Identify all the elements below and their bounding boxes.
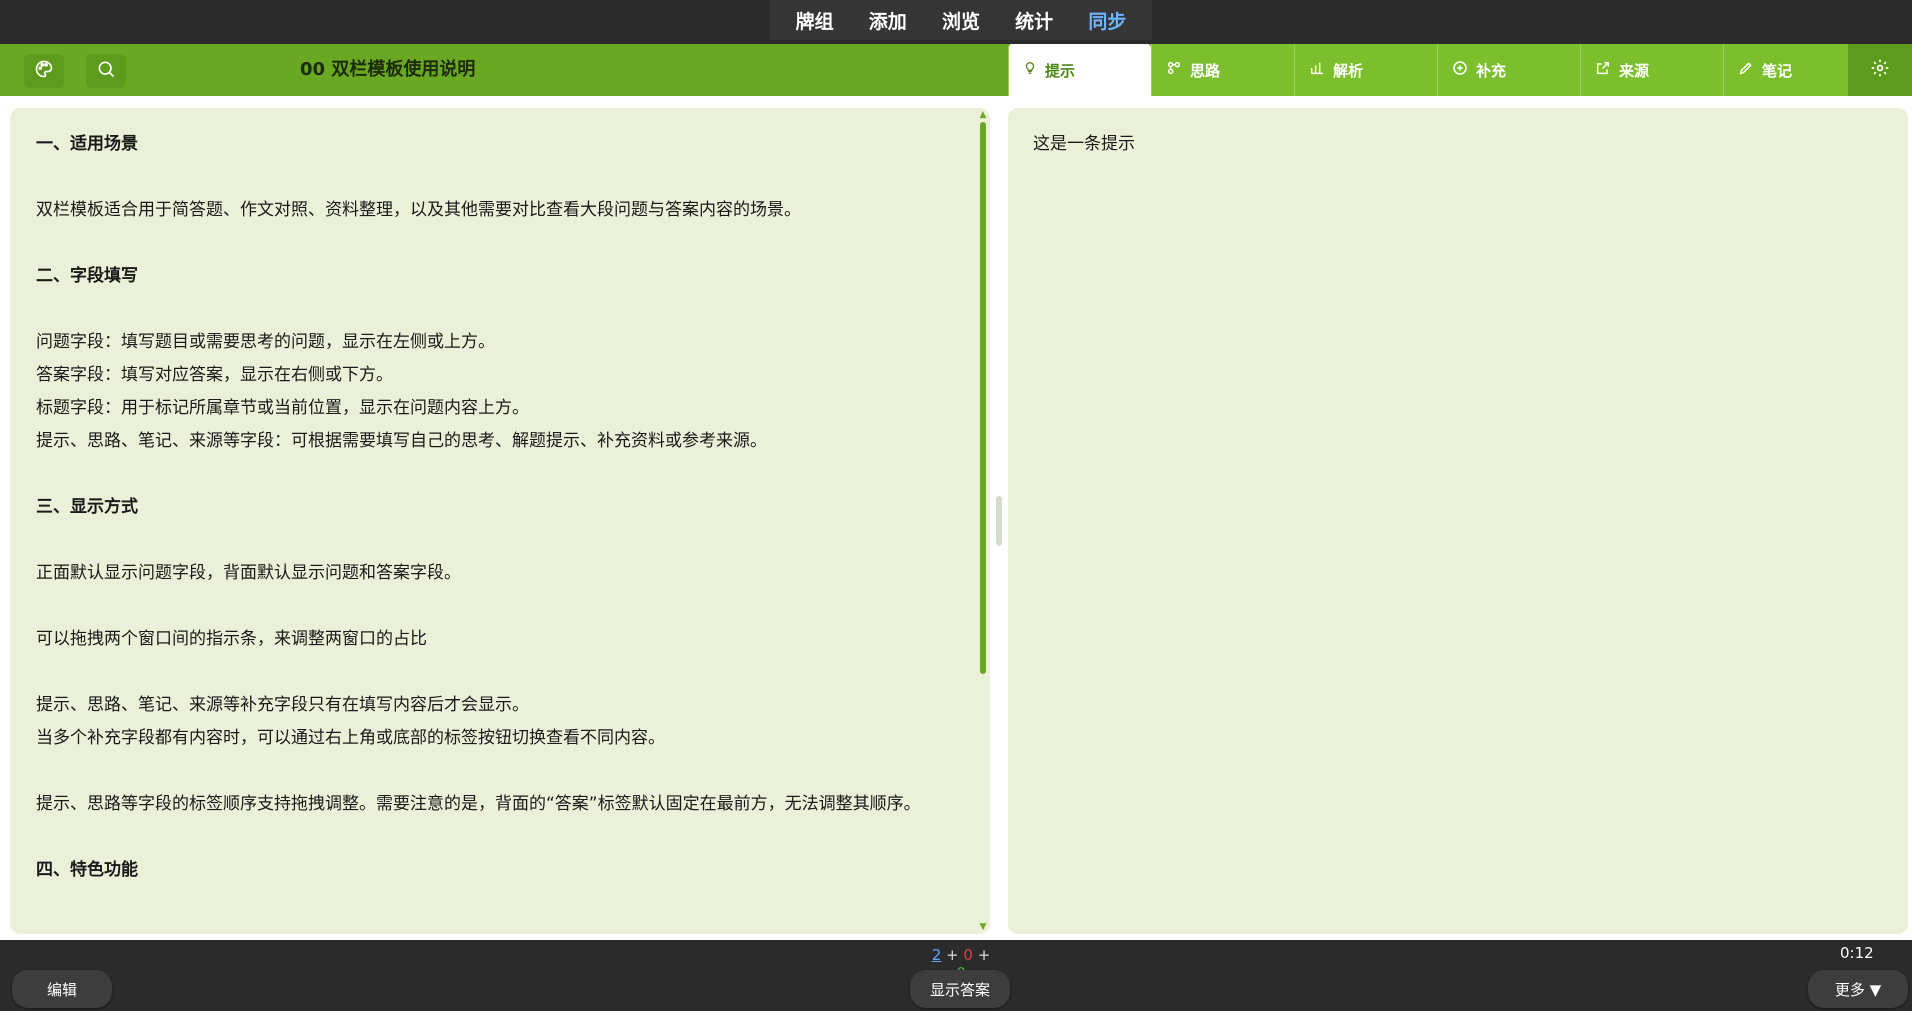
paragraph-line: 可以拖拽两个窗口间的指示条，来调整两窗口的占比 xyxy=(36,629,427,649)
section-heading: 一、适用场景 xyxy=(36,134,138,154)
paragraph-line: 当多个补充字段都有内容时，可以通过右上角或底部的标签按钮切换查看不同内容。 xyxy=(36,728,665,748)
edit-button[interactable]: 编辑 xyxy=(12,970,112,1008)
palette-icon xyxy=(34,59,54,83)
tab-thinking[interactable]: 思路 xyxy=(1151,44,1294,96)
menu-decks[interactable]: 牌组 xyxy=(796,7,834,34)
show-answer-button[interactable]: 显示答案 xyxy=(910,970,1010,1008)
tab-source-label: 来源 xyxy=(1619,61,1650,80)
tab-supplement-label: 补充 xyxy=(1476,61,1507,80)
paragraph-line: 问题字段：填写题目或需要思考的问题，显示在左侧或上方。 xyxy=(36,332,495,352)
panel-splitter-handle[interactable] xyxy=(996,496,1002,546)
lightbulb-icon xyxy=(1023,60,1037,80)
left-scrollbar-thumb[interactable] xyxy=(980,122,986,674)
settings-button[interactable] xyxy=(1848,44,1912,96)
search-button[interactable] xyxy=(86,54,126,88)
bottom-bar: 编辑 2 + 0 + 0 显示答案 0:12 更多 ▼ xyxy=(0,940,1912,1011)
question-content: 一、适用场景双栏模板适合用于简答题、作文对照、资料整理，以及其他需要对比查看大段… xyxy=(36,128,966,887)
gear-icon xyxy=(1870,58,1890,82)
tab-notes-label: 笔记 xyxy=(1762,61,1793,80)
learn-count: 0 xyxy=(963,946,973,964)
timer: 0:12 xyxy=(1840,944,1874,962)
count-separator: + xyxy=(977,946,991,964)
external-link-icon xyxy=(1595,60,1611,80)
paragraph-line: 双栏模板适合用于简答题、作文对照、资料整理，以及其他需要对比查看大段问题与答案内… xyxy=(36,200,801,220)
question-panel: 一、适用场景双栏模板适合用于简答题、作文对照、资料整理，以及其他需要对比查看大段… xyxy=(10,108,990,934)
count-separator: + xyxy=(946,946,959,964)
menu-sync[interactable]: 同步 xyxy=(1088,7,1126,34)
tab-supplement[interactable]: 补充 xyxy=(1437,44,1580,96)
section-heading: 三、显示方式 xyxy=(36,497,138,517)
main-menu: 牌组 添加 浏览 统计 同步 xyxy=(770,0,1152,40)
more-button[interactable]: 更多 ▼ xyxy=(1808,970,1908,1008)
new-count: 2 xyxy=(931,946,942,964)
tab-notes[interactable]: 笔记 xyxy=(1723,44,1849,96)
tab-thinking-label: 思路 xyxy=(1190,61,1221,80)
field-tabs: 提示 思路 解析 补充 来源 笔记 xyxy=(1008,44,1849,96)
hint-panel: 这是一条提示 xyxy=(1008,108,1908,934)
tab-analysis[interactable]: 解析 xyxy=(1294,44,1437,96)
card-header: 00 双栏模板使用说明 提示 思路 解析 补充 来源 笔记 xyxy=(0,44,1912,96)
plus-circle-icon xyxy=(1452,60,1468,80)
pencil-icon xyxy=(1738,60,1754,80)
palette-button[interactable] xyxy=(24,54,64,88)
menu-browse[interactable]: 浏览 xyxy=(942,7,980,34)
paragraph-line: 提示、思路等字段的标签顺序支持拖拽调整。需要注意的是，背面的“答案”标签默认固定… xyxy=(36,794,921,814)
top-menu-bar: 牌组 添加 浏览 统计 同步 xyxy=(0,0,1912,44)
paragraph-line: 标题字段：用于标记所属章节或当前位置，显示在问题内容上方。 xyxy=(36,398,529,418)
scroll-up-arrow[interactable]: ▲ xyxy=(978,110,988,120)
tab-source[interactable]: 来源 xyxy=(1580,44,1723,96)
search-icon xyxy=(96,59,116,83)
tab-hint[interactable]: 提示 xyxy=(1008,44,1151,96)
section-heading: 二、字段填写 xyxy=(36,266,138,286)
paragraph-line: 正面默认显示问题字段，背面默认显示问题和答案字段。 xyxy=(36,563,461,583)
hint-text: 这是一条提示 xyxy=(1033,134,1135,154)
menu-add[interactable]: 添加 xyxy=(869,7,907,34)
menu-stats[interactable]: 统计 xyxy=(1015,7,1053,34)
tab-analysis-label: 解析 xyxy=(1333,61,1364,80)
paragraph-line: 提示、思路、笔记、来源等补充字段只有在填写内容后才会显示。 xyxy=(36,695,529,715)
section-heading: 四、特色功能 xyxy=(36,860,138,880)
bar-chart-icon xyxy=(1309,60,1325,80)
card-title: 00 双栏模板使用说明 xyxy=(300,59,476,80)
paragraph-line: 答案字段：填写对应答案，显示在右侧或下方。 xyxy=(36,365,393,385)
tab-hint-label: 提示 xyxy=(1045,61,1076,80)
scroll-down-arrow[interactable]: ▼ xyxy=(978,922,988,932)
mindmap-icon xyxy=(1166,60,1182,80)
paragraph-line: 提示、思路、笔记、来源等字段：可根据需要填写自己的思考、解题提示、补充资料或参考… xyxy=(36,431,767,451)
